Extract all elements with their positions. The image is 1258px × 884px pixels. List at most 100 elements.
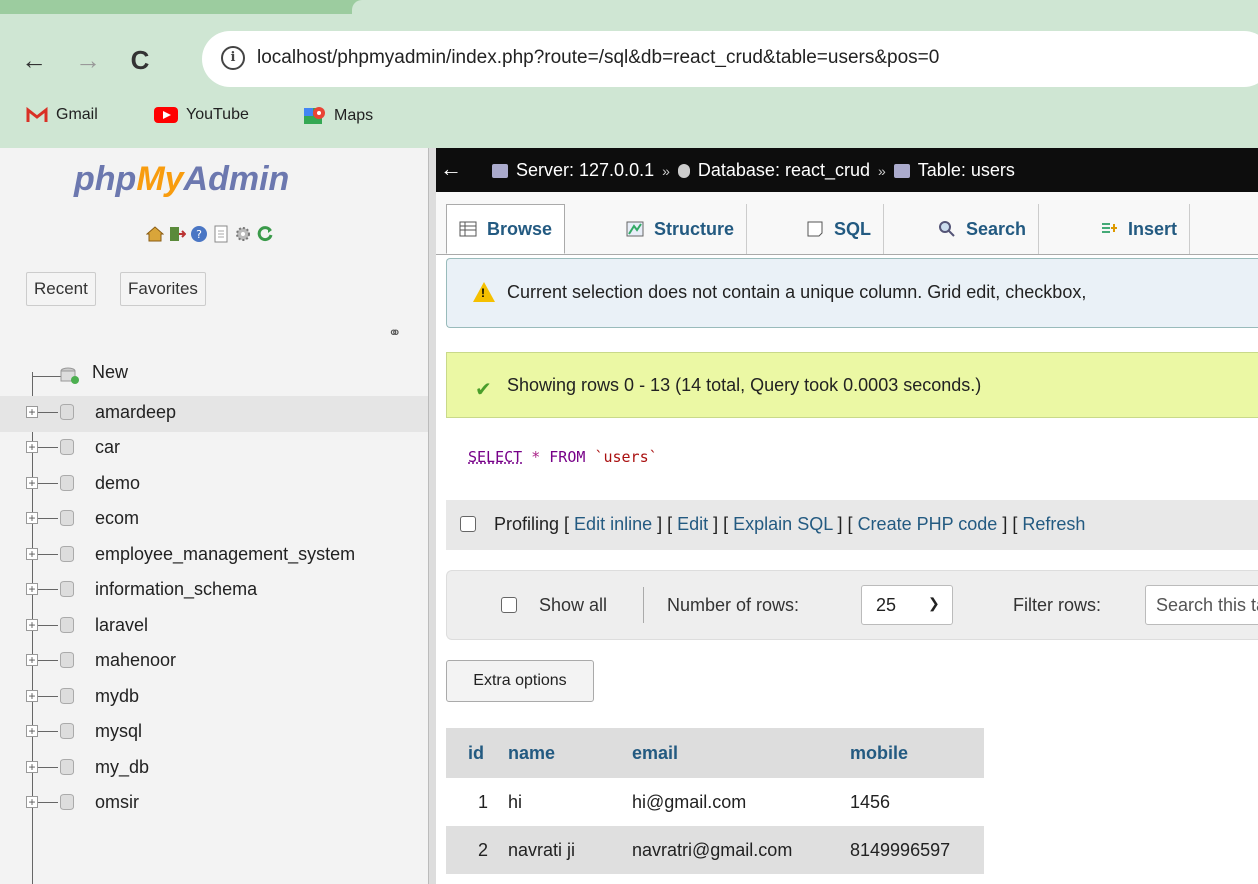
reload-icon[interactable] <box>256 225 274 243</box>
breadcrumb-separator: » <box>662 162 670 179</box>
show-all-label[interactable]: Show all <box>539 595 607 616</box>
link-icon[interactable]: ⚭ <box>388 323 401 343</box>
column-header-name[interactable]: name <box>496 728 620 778</box>
column-header-id[interactable]: id <box>446 728 496 778</box>
results-table: id name email mobile 1 hi hi@gmail.com 1… <box>446 728 984 874</box>
tree-item-database[interactable]: + my_db <box>0 751 428 787</box>
create-php-code-link[interactable]: Create PHP code <box>858 514 998 534</box>
database-icon <box>60 723 74 739</box>
expand-icon[interactable]: + <box>26 725 38 737</box>
tab-recent[interactable]: Recent <box>26 272 96 306</box>
tree-item-new[interactable]: New <box>0 360 428 396</box>
tab-insert[interactable]: Insert <box>1088 204 1191 254</box>
column-header-mobile[interactable]: mobile <box>838 728 984 778</box>
database-icon <box>60 687 74 704</box>
tree-item-label: mahenoor <box>95 650 177 670</box>
sql-table-name: `users` <box>594 448 658 466</box>
check-icon: ✔ <box>475 379 492 401</box>
gear-icon[interactable] <box>234 225 252 243</box>
database-icon <box>60 616 74 633</box>
breadcrumb-database[interactable]: Database: react_crud <box>698 160 870 181</box>
rows-per-page-select[interactable]: 25 ❯ <box>861 585 953 625</box>
sql-query[interactable]: SELECT * FROM `users` <box>468 448 658 466</box>
tree-item-database[interactable]: + ecom <box>0 502 428 538</box>
expand-icon[interactable]: + <box>26 583 38 595</box>
warning-message: Current selection does not contain a uni… <box>446 258 1258 328</box>
sql-star: * <box>531 448 541 466</box>
cell-id[interactable]: 2 <box>446 826 496 874</box>
tree-item-database[interactable]: + omsir <box>0 786 428 822</box>
expand-icon[interactable]: + <box>26 796 38 808</box>
active-browser-tab[interactable] <box>352 0 1258 14</box>
expand-icon[interactable]: + <box>26 689 38 702</box>
expand-icon[interactable]: + <box>26 547 38 560</box>
cell-email[interactable]: hi@gmail.com <box>620 778 838 826</box>
explain-sql-link[interactable]: Explain SQL <box>733 514 832 534</box>
cell-mobile[interactable]: 8149996597 <box>838 826 984 874</box>
cell-email[interactable]: navratri@gmail.com <box>620 826 838 874</box>
tree-item-database[interactable]: + car <box>0 431 428 467</box>
tab-sql[interactable]: SQL <box>794 204 885 254</box>
tree-item-database[interactable]: + mahenoor <box>0 644 428 680</box>
bookmark-label: YouTube <box>186 106 249 123</box>
tree-item-database[interactable]: + mydb <box>0 680 428 716</box>
cell-mobile[interactable]: 1456 <box>838 778 984 826</box>
bookmark-maps[interactable]: Maps <box>304 106 373 126</box>
warning-icon <box>473 282 495 302</box>
tree-item-label: information_schema <box>95 579 258 599</box>
tree-item-database[interactable]: + mysql <box>0 715 428 751</box>
extra-options-button[interactable]: Extra options <box>446 660 594 702</box>
tab-search[interactable]: Search <box>926 204 1040 254</box>
svg-text:?: ? <box>196 228 202 241</box>
phpmyadmin-logo[interactable]: phpMyAdmin <box>74 160 289 199</box>
refresh-link[interactable]: Refresh <box>1022 514 1085 534</box>
edit-link[interactable]: Edit <box>677 514 708 534</box>
bookmark-gmail[interactable]: Gmail <box>26 106 98 124</box>
tab-structure[interactable]: Structure <box>614 204 748 254</box>
address-bar[interactable]: i localhost/phpmyadmin/index.php?route=/… <box>202 31 1258 87</box>
url-text[interactable]: localhost/phpmyadmin/index.php?route=/sq… <box>257 47 939 69</box>
filter-rows-input[interactable]: Search this table <box>1145 585 1258 625</box>
bookmark-youtube[interactable]: YouTube <box>154 106 249 124</box>
expand-icon[interactable]: + <box>26 405 38 418</box>
cell-name[interactable]: hi <box>496 778 620 826</box>
expand-icon[interactable]: + <box>26 654 38 666</box>
cell-name[interactable]: navrati ji <box>496 826 620 874</box>
expand-icon[interactable]: + <box>26 441 38 453</box>
tab-label: Insert <box>1128 219 1178 239</box>
tree-item-database[interactable]: + laravel <box>0 609 428 645</box>
forward-arrow-icon[interactable]: → <box>72 40 104 80</box>
reload-icon[interactable]: C <box>124 40 156 80</box>
expand-icon[interactable]: + <box>26 618 38 631</box>
tab-browse[interactable]: Browse <box>446 204 566 254</box>
collapse-arrow-icon[interactable]: ← <box>440 156 462 182</box>
bookmark-label: Gmail <box>56 106 98 123</box>
tree-item-database[interactable]: + employee_management_system <box>0 538 428 574</box>
tree-item-label: laravel <box>95 614 149 635</box>
logout-icon[interactable] <box>168 225 186 243</box>
table-navigation: Show all Number of rows: 25 ❯ Filter row… <box>446 570 1258 640</box>
tree-item-database[interactable]: + demo <box>0 467 428 503</box>
profiling-checkbox[interactable] <box>460 516 476 532</box>
cell-id[interactable]: 1 <box>446 778 496 826</box>
tree-item-database[interactable]: + information_schema <box>0 573 428 609</box>
back-arrow-icon[interactable]: ← <box>18 40 50 80</box>
help-icon[interactable]: ? <box>190 225 208 243</box>
site-info-icon[interactable]: i <box>221 46 245 70</box>
sql-keyword-select[interactable]: SELECT <box>468 448 522 466</box>
breadcrumb-table[interactable]: Table: users <box>918 160 1015 181</box>
docs-icon[interactable] <box>212 225 230 243</box>
edit-inline-link[interactable]: Edit inline <box>574 514 652 534</box>
table-row[interactable]: 2 navrati ji navratri@gmail.com 81499965… <box>446 826 984 874</box>
expand-icon[interactable]: + <box>26 476 38 489</box>
column-header-email[interactable]: email <box>620 728 838 778</box>
expand-icon[interactable]: + <box>26 512 38 524</box>
home-icon[interactable] <box>146 225 164 243</box>
profiling-links: Profiling [ Edit inline ] [ Edit ] [ Exp… <box>494 514 1086 534</box>
tree-item-database[interactable]: + amardeep <box>0 395 428 432</box>
breadcrumb-server[interactable]: Server: 127.0.0.1 <box>516 160 654 181</box>
expand-icon[interactable]: + <box>26 760 38 773</box>
tab-favorites[interactable]: Favorites <box>120 272 206 306</box>
show-all-checkbox[interactable] <box>501 597 517 613</box>
table-row[interactable]: 1 hi hi@gmail.com 1456 <box>446 778 984 826</box>
